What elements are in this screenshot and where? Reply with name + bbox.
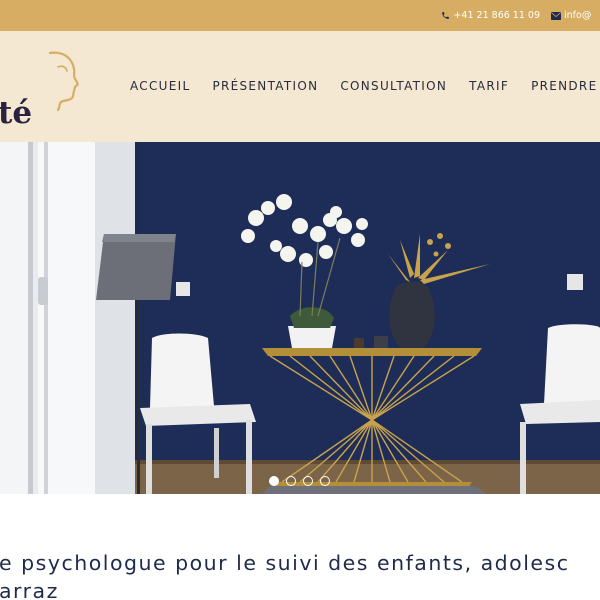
slider-dot-2[interactable]	[286, 476, 296, 486]
contact-info: +41 21 866 11 09 info@	[441, 0, 600, 31]
nav-item-accueil[interactable]: ACCUEIL	[130, 79, 190, 93]
email-address: info@	[564, 10, 592, 21]
envelope-icon	[551, 11, 564, 20]
slider-dot-1[interactable]	[269, 476, 279, 486]
slider-dot-3[interactable]	[303, 476, 313, 486]
hero-image	[0, 142, 600, 494]
intro-heading: e psychologue pour le suivi des enfants,…	[0, 548, 600, 600]
nav-item-prendre-rendez-vous[interactable]: PRENDRE R	[531, 79, 600, 93]
face-profile-icon	[48, 51, 79, 111]
nav-item-consultation[interactable]: CONSULTATION	[340, 79, 447, 93]
hero-slider[interactable]	[0, 142, 600, 494]
logo-text: té	[0, 95, 33, 131]
phone-number: +41 21 866 11 09	[453, 10, 540, 21]
site-logo[interactable]: té	[0, 31, 90, 142]
email-link[interactable]: info@	[551, 10, 600, 21]
intro-line-1: e psychologue pour le suivi des enfants,…	[0, 551, 570, 575]
page: +41 21 866 11 09 info@ té ACCUEIL PRÉSEN…	[0, 0, 600, 600]
site-header: té ACCUEIL PRÉSENTATION CONSULTATION TAR…	[0, 31, 600, 142]
nav-item-tarif[interactable]: TARIF	[469, 79, 509, 93]
intro-line-2: arraz	[0, 579, 59, 600]
slider-dot-4[interactable]	[320, 476, 330, 486]
phone-link[interactable]: +41 21 866 11 09	[441, 10, 540, 21]
main-navigation: ACCUEIL PRÉSENTATION CONSULTATION TARIF …	[130, 79, 600, 93]
slider-pagination	[269, 476, 337, 486]
top-contact-bar: +41 21 866 11 09 info@	[0, 0, 600, 31]
phone-icon	[441, 11, 453, 20]
nav-item-presentation[interactable]: PRÉSENTATION	[212, 79, 318, 93]
